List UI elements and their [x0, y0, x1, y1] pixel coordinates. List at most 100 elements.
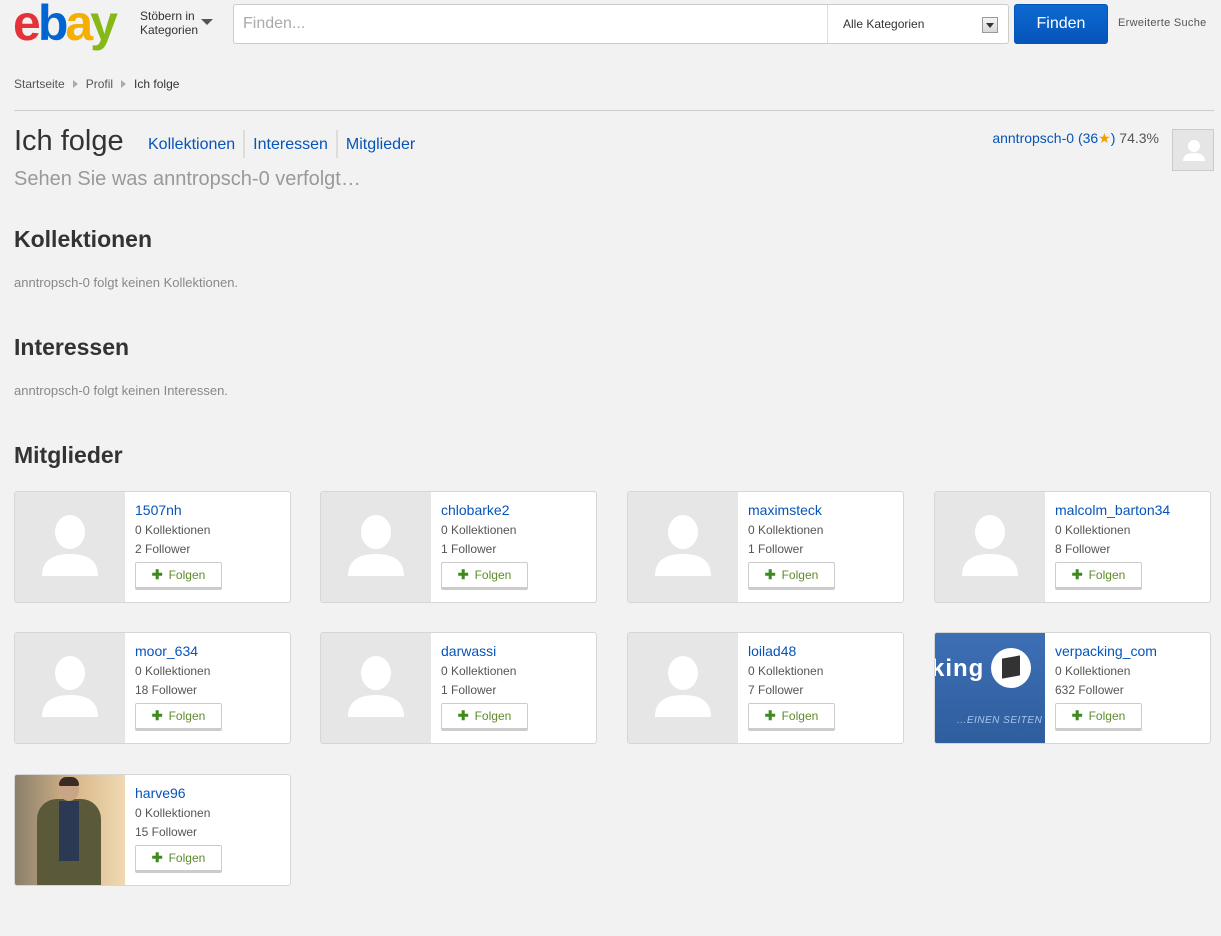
member-name-link[interactable]: darwassi	[441, 643, 496, 659]
feedback-score-close: )	[1110, 130, 1116, 146]
follow-button-label: Folgen	[168, 709, 206, 723]
member-avatar[interactable]	[628, 492, 738, 602]
logo-letter: b	[37, 0, 68, 51]
member-card: moor_634 0 Kollektionen 18 Follower ✚ Folgen	[14, 632, 291, 744]
member-avatar[interactable]	[321, 633, 431, 743]
member-card: 1507nh 0 Kollektionen 2 Follower ✚ Folgen	[14, 491, 291, 603]
feedback-score-open[interactable]: (36	[1078, 130, 1098, 146]
site-header: ebay Stöbern in Kategorien Alle Kategori…	[0, 0, 1221, 56]
member-name-link[interactable]: 1507nh	[135, 502, 182, 518]
category-selected-value: Alle Kategorien	[843, 17, 925, 31]
star-icon: ★	[1098, 130, 1111, 146]
member-followers-count: 1 Follower	[441, 542, 497, 556]
member-avatar[interactable]	[15, 633, 125, 743]
section-note-interessen: anntropsch-0 folgt keinen Interessen.	[14, 383, 228, 398]
category-select[interactable]: Alle Kategorien	[827, 5, 1008, 43]
user-silhouette-icon	[655, 515, 711, 576]
member-avatar[interactable]	[321, 492, 431, 602]
plus-icon: ✚	[151, 567, 163, 582]
follow-button[interactable]: ✚ Folgen	[135, 562, 222, 590]
user-silhouette-icon	[655, 656, 711, 717]
follow-button-label: Folgen	[474, 568, 512, 582]
chevron-down-icon	[201, 19, 213, 25]
section-title-kollektionen: Kollektionen	[14, 226, 153, 252]
follow-button[interactable]: ✚ Folgen	[441, 562, 528, 590]
member-collections-count: 0 Kollektionen	[135, 664, 211, 678]
advanced-search-link[interactable]: Erweiterte Suche	[1118, 17, 1207, 29]
member-avatar[interactable]	[15, 492, 125, 602]
member-name-link[interactable]: moor_634	[135, 643, 198, 659]
member-collections-count: 0 Kollektionen	[748, 664, 824, 678]
page-subtitle: Sehen Sie was anntropsch-0 verfolgt…	[14, 168, 361, 190]
follow-button-label: Folgen	[781, 568, 819, 582]
ebay-logo[interactable]: ebay	[13, 0, 133, 50]
member-followers-count: 15 Follower	[135, 825, 198, 839]
find-button[interactable]: Finden	[1014, 4, 1108, 44]
member-name-link[interactable]: harve96	[135, 785, 186, 801]
follow-button-label: Folgen	[781, 709, 819, 723]
follow-button[interactable]: ✚ Folgen	[1055, 703, 1142, 731]
follow-button[interactable]: ✚ Folgen	[1055, 562, 1142, 590]
member-avatar[interactable]	[935, 492, 1045, 602]
follow-button[interactable]: ✚ Folgen	[748, 703, 835, 731]
user-silhouette-icon	[42, 515, 98, 576]
follow-button-label: Folgen	[168, 568, 206, 582]
member-collections-count: 0 Kollektionen	[1055, 523, 1131, 537]
member-card: maximsteck 0 Kollektionen 1 Follower ✚ Folge…	[627, 491, 904, 603]
user-silhouette-icon	[962, 515, 1018, 576]
member-name-link[interactable]: chlobarke2	[441, 502, 510, 518]
member-followers-count: 8 Follower	[1055, 542, 1111, 556]
plus-icon: ✚	[457, 567, 469, 582]
member-collections-count: 0 Kollektionen	[1055, 664, 1131, 678]
avatar[interactable]	[1172, 129, 1214, 171]
member-followers-count: 1 Follower	[441, 683, 497, 697]
plus-icon: ✚	[151, 708, 163, 723]
plus-icon: ✚	[1071, 567, 1083, 582]
plus-icon: ✚	[457, 708, 469, 723]
breadcrumb: Startseite Profil Ich folge	[14, 77, 179, 91]
section-title-interessen: Interessen	[14, 334, 130, 360]
breadcrumb-item-current: Ich folge	[134, 77, 180, 91]
box-logo-icon	[991, 648, 1031, 688]
member-name-link[interactable]: verpacking_com	[1055, 643, 1157, 659]
search-bar: Alle Kategorien	[233, 4, 1009, 44]
follow-button-label: Folgen	[474, 709, 512, 723]
member-avatar[interactable]	[628, 633, 738, 743]
member-name-link[interactable]: maximsteck	[748, 502, 822, 518]
member-name-link[interactable]: malcolm_barton34	[1055, 502, 1170, 518]
breadcrumb-item-profile[interactable]: Profil	[86, 77, 113, 91]
user-silhouette-icon	[42, 656, 98, 717]
follow-button[interactable]: ✚ Folgen	[135, 703, 222, 731]
brand-image-text: king	[935, 655, 985, 682]
member-avatar[interactable]: king ...EINEN SEITEN	[935, 633, 1045, 743]
browse-categories-button[interactable]: Stöbern in Kategorien	[140, 9, 213, 37]
tab-kollektionen[interactable]: Kollektionen	[140, 130, 243, 158]
logo-letter: a	[65, 0, 93, 51]
tab-interessen[interactable]: Interessen	[243, 130, 336, 158]
member-collections-count: 0 Kollektionen	[135, 523, 211, 537]
divider	[14, 110, 1214, 111]
member-followers-count: 1 Follower	[748, 542, 804, 556]
user-name-link[interactable]: anntropsch-0	[992, 130, 1074, 146]
follow-button[interactable]: ✚ Folgen	[748, 562, 835, 590]
plus-icon: ✚	[764, 567, 776, 582]
section-note-kollektionen: anntropsch-0 folgt keinen Kollektionen.	[14, 275, 239, 290]
member-avatar[interactable]	[15, 775, 125, 885]
browse-label-line1: Stöbern in	[140, 9, 195, 23]
member-followers-count: 632 Follower	[1055, 683, 1124, 697]
member-name-link[interactable]: loilad48	[748, 643, 796, 659]
search-input[interactable]	[234, 5, 826, 43]
plus-icon: ✚	[1071, 708, 1083, 723]
tab-mitglieder[interactable]: Mitglieder	[335, 130, 423, 158]
breadcrumb-separator-icon	[72, 80, 78, 88]
member-card: malcolm_barton34 0 Kollektionen 8 Follower…	[934, 491, 1211, 603]
breadcrumb-item-home[interactable]: Startseite	[14, 77, 65, 91]
breadcrumb-separator-icon	[121, 80, 127, 88]
member-collections-count: 0 Kollektionen	[135, 806, 211, 820]
follow-button[interactable]: ✚ Folgen	[135, 845, 222, 873]
follow-button[interactable]: ✚ Folgen	[441, 703, 528, 731]
page-title: Ich folge	[14, 125, 124, 157]
member-card: loilad48 0 Kollektionen 7 Follower ✚ Folgen	[627, 632, 904, 744]
member-collections-count: 0 Kollektionen	[441, 523, 517, 537]
logo-letter: y	[90, 0, 118, 51]
